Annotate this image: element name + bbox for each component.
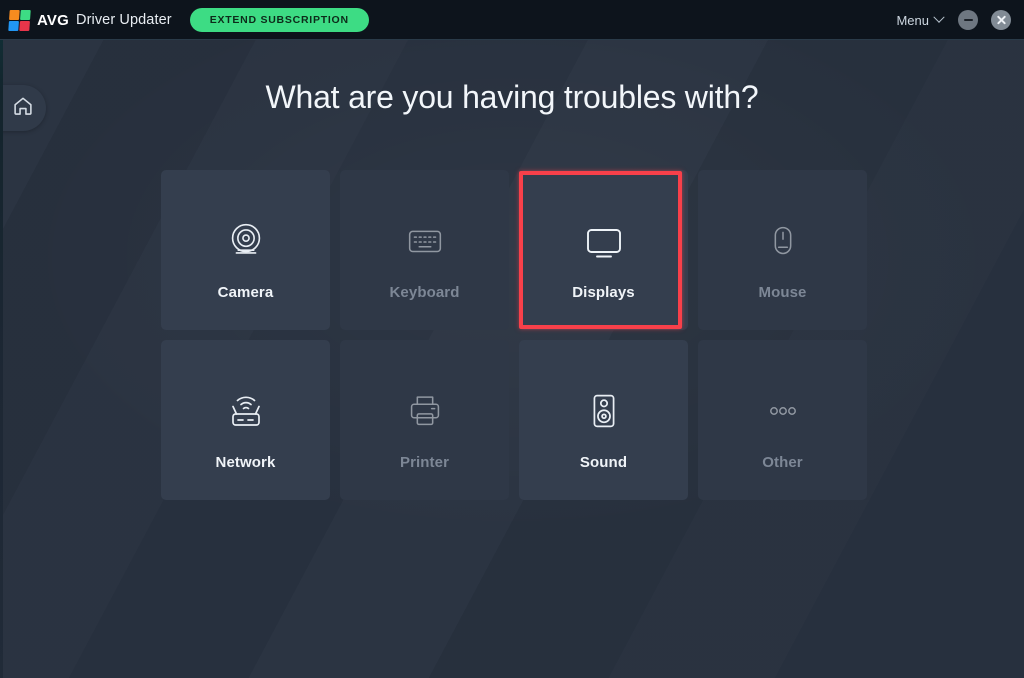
product-name: Driver Updater — [76, 12, 172, 28]
webcam-icon — [223, 217, 269, 265]
sidebar-item-home[interactable] — [0, 85, 46, 131]
router-icon — [222, 387, 270, 435]
keyboard-icon — [402, 217, 448, 265]
monitor-icon — [580, 217, 628, 265]
category-tile-label: Network — [215, 454, 276, 471]
menu-button[interactable]: Menu — [894, 11, 945, 30]
minimize-button[interactable] — [958, 10, 978, 30]
category-tile-network[interactable]: Network — [161, 340, 330, 500]
window-controls: Menu — [894, 10, 1011, 30]
category-tile-label: Other — [762, 454, 803, 471]
category-tile-keyboard[interactable]: Keyboard — [340, 170, 509, 330]
brand-name: AVG — [37, 11, 69, 29]
home-icon — [12, 95, 34, 122]
category-tile-label: Sound — [579, 454, 628, 471]
page-title: What are you having troubles with? — [265, 79, 759, 115]
chevron-down-icon — [933, 11, 945, 23]
category-tile-sound[interactable]: Sound — [519, 340, 688, 500]
category-grid: Camera Keyboard Displays Mouse Network P… — [161, 170, 867, 500]
mouse-icon — [760, 217, 806, 265]
category-tile-label: Displays — [572, 284, 635, 301]
title-bar: AVG Driver Updater EXTEND SUBSCRIPTION M… — [0, 0, 1024, 40]
category-tile-label: Keyboard — [389, 284, 460, 301]
menu-button-label: Menu — [896, 12, 929, 28]
category-tile-label: Mouse — [758, 284, 807, 301]
window-left-edge — [0, 0, 3, 678]
category-tile-label: Camera — [217, 284, 274, 301]
speaker-icon — [581, 387, 627, 435]
category-tile-label: Printer — [399, 454, 450, 471]
avg-logo-icon — [8, 9, 31, 31]
close-button[interactable] — [991, 10, 1011, 30]
category-tile-printer[interactable]: Printer — [340, 340, 509, 500]
minimize-icon — [963, 19, 973, 21]
category-tile-other[interactable]: Other — [698, 340, 867, 500]
category-tile-mouse[interactable]: Mouse — [698, 170, 867, 330]
ellipsis-icon — [766, 387, 800, 435]
app-brand: AVG Driver Updater — [8, 9, 172, 31]
category-tile-camera[interactable]: Camera — [161, 170, 330, 330]
avg-driver-updater-window: AVG Driver Updater EXTEND SUBSCRIPTION M… — [0, 0, 1024, 678]
category-tile-displays[interactable]: Displays — [519, 170, 688, 330]
extend-subscription-button[interactable]: EXTEND SUBSCRIPTION — [189, 8, 369, 32]
printer-icon — [402, 387, 448, 435]
